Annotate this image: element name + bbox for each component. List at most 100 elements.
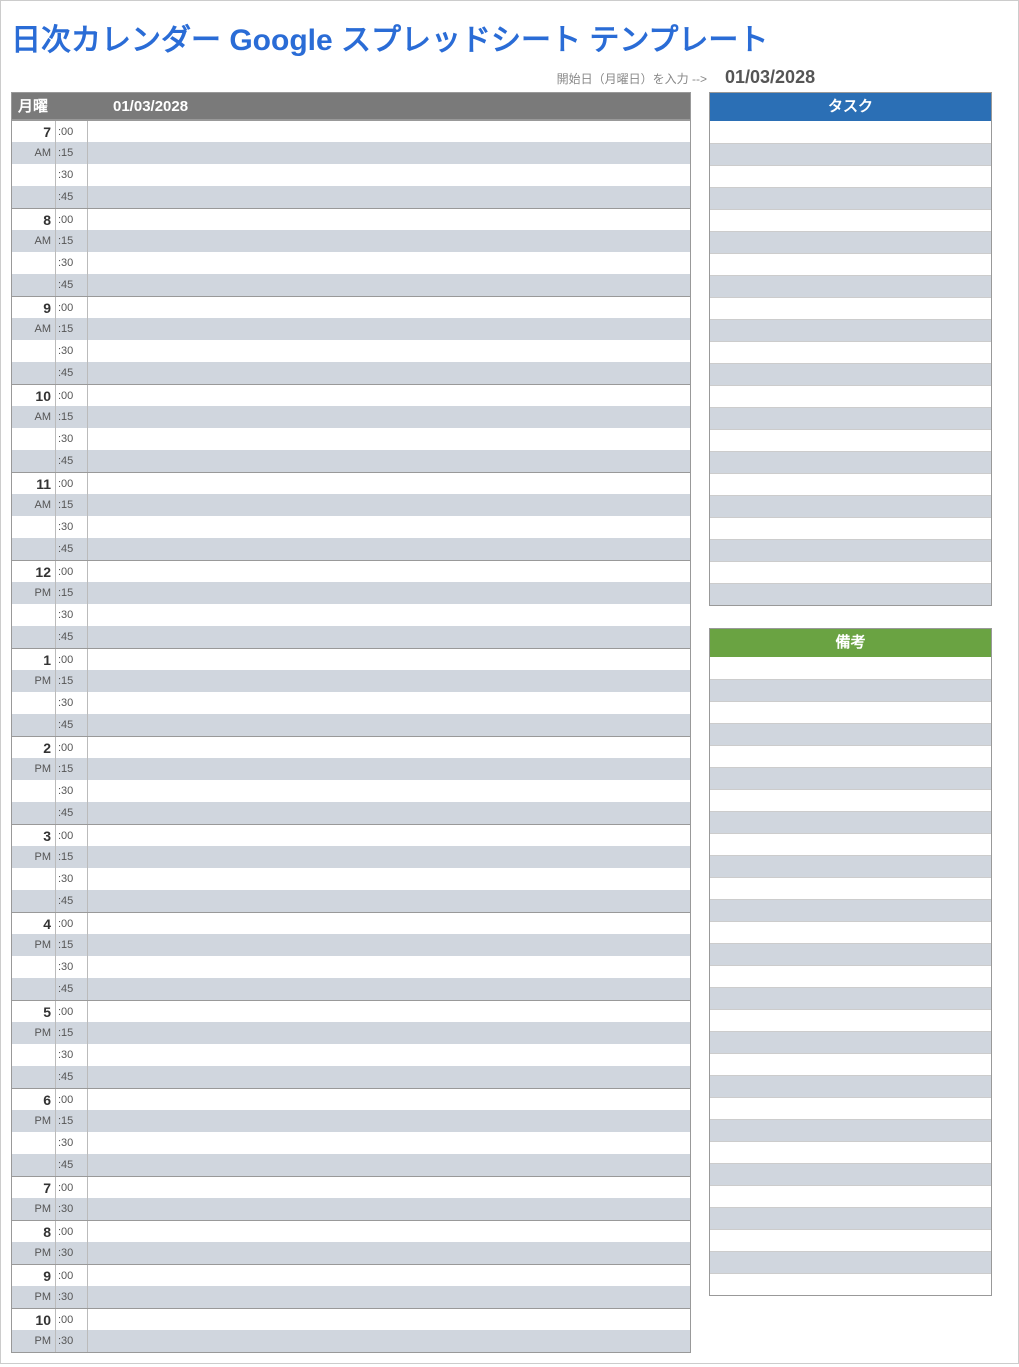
schedule-cell[interactable] [88,649,690,670]
schedule-row[interactable]: :30 [12,604,690,626]
note-row[interactable] [710,657,991,679]
schedule-cell[interactable] [88,1089,690,1110]
schedule-cell[interactable] [88,1309,690,1330]
schedule-cell[interactable] [88,582,690,604]
schedule-cell[interactable] [88,1066,690,1088]
schedule-cell[interactable] [88,1044,690,1066]
schedule-row[interactable]: :30 [12,1044,690,1066]
schedule-row[interactable]: :30 [12,780,690,802]
task-row[interactable] [710,407,991,429]
schedule-cell[interactable] [88,846,690,868]
schedule-row[interactable]: :45 [12,450,690,472]
schedule-row[interactable]: 10:00 [12,384,690,406]
task-row[interactable] [710,517,991,539]
task-row[interactable] [710,561,991,583]
note-row[interactable] [710,1141,991,1163]
schedule-row[interactable]: :45 [12,538,690,560]
schedule-row[interactable]: :30 [12,956,690,978]
schedule-row[interactable]: :45 [12,1154,690,1176]
schedule-row[interactable]: :30 [12,252,690,274]
task-row[interactable] [710,297,991,319]
note-row[interactable] [710,877,991,899]
schedule-row[interactable]: :45 [12,274,690,296]
schedule-row[interactable]: 7:00 [12,120,690,142]
schedule-cell[interactable] [88,1198,690,1220]
schedule-cell[interactable] [88,318,690,340]
schedule-row[interactable]: :30 [12,428,690,450]
note-row[interactable] [710,1207,991,1229]
schedule-row[interactable]: 4:00 [12,912,690,934]
schedule-row[interactable]: PM:30 [12,1286,690,1308]
note-row[interactable] [710,987,991,1009]
note-row[interactable] [710,1097,991,1119]
schedule-cell[interactable] [88,362,690,384]
schedule-cell[interactable] [88,604,690,626]
schedule-cell[interactable] [88,494,690,516]
schedule-cell[interactable] [88,1177,690,1198]
schedule-row[interactable]: 11:00 [12,472,690,494]
schedule-row[interactable]: :45 [12,890,690,912]
schedule-row[interactable]: 9:00 [12,1264,690,1286]
schedule-row[interactable]: PM:15 [12,582,690,604]
task-row[interactable] [710,209,991,231]
schedule-row[interactable]: 12:00 [12,560,690,582]
note-row[interactable] [710,745,991,767]
start-date-value[interactable]: 01/03/2028 [725,67,1008,88]
schedule-row[interactable]: :30 [12,164,690,186]
schedule-row[interactable]: PM:30 [12,1198,690,1220]
schedule-row[interactable]: :45 [12,978,690,1000]
task-row[interactable] [710,275,991,297]
schedule-cell[interactable] [88,780,690,802]
schedule-cell[interactable] [88,1154,690,1176]
schedule-cell[interactable] [88,1286,690,1308]
task-row[interactable] [710,583,991,605]
note-row[interactable] [710,921,991,943]
schedule-cell[interactable] [88,1132,690,1154]
task-row[interactable] [710,495,991,517]
schedule-cell[interactable] [88,450,690,472]
schedule-cell[interactable] [88,538,690,560]
note-row[interactable] [710,811,991,833]
schedule-cell[interactable] [88,164,690,186]
schedule-cell[interactable] [88,385,690,406]
task-row[interactable] [710,165,991,187]
schedule-cell[interactable] [88,1110,690,1132]
schedule-row[interactable]: PM:15 [12,1022,690,1044]
schedule-row[interactable]: PM:15 [12,1110,690,1132]
schedule-cell[interactable] [88,473,690,494]
schedule-cell[interactable] [88,186,690,208]
note-row[interactable] [710,1163,991,1185]
schedule-row[interactable]: 1:00 [12,648,690,670]
schedule-row[interactable]: :30 [12,692,690,714]
schedule-row[interactable]: AM:15 [12,494,690,516]
note-row[interactable] [710,833,991,855]
schedule-cell[interactable] [88,714,690,736]
schedule-row[interactable]: :30 [12,868,690,890]
schedule-row[interactable]: PM:30 [12,1330,690,1352]
schedule-row[interactable]: AM:15 [12,318,690,340]
schedule-row[interactable]: PM:15 [12,934,690,956]
schedule-cell[interactable] [88,252,690,274]
note-row[interactable] [710,1119,991,1141]
task-row[interactable] [710,319,991,341]
task-row[interactable] [710,385,991,407]
schedule-row[interactable]: 5:00 [12,1000,690,1022]
schedule-cell[interactable] [88,825,690,846]
note-row[interactable] [710,1031,991,1053]
schedule-cell[interactable] [88,142,690,164]
schedule-cell[interactable] [88,1330,690,1352]
schedule-cell[interactable] [88,868,690,890]
schedule-cell[interactable] [88,1001,690,1022]
schedule-row[interactable]: 3:00 [12,824,690,846]
task-row[interactable] [710,539,991,561]
task-row[interactable] [710,429,991,451]
schedule-cell[interactable] [88,516,690,538]
schedule-cell[interactable] [88,209,690,230]
schedule-row[interactable]: 7:00 [12,1176,690,1198]
task-row[interactable] [710,451,991,473]
schedule-cell[interactable] [88,626,690,648]
note-row[interactable] [710,723,991,745]
task-row[interactable] [710,187,991,209]
schedule-row[interactable]: AM:15 [12,230,690,252]
schedule-cell[interactable] [88,274,690,296]
